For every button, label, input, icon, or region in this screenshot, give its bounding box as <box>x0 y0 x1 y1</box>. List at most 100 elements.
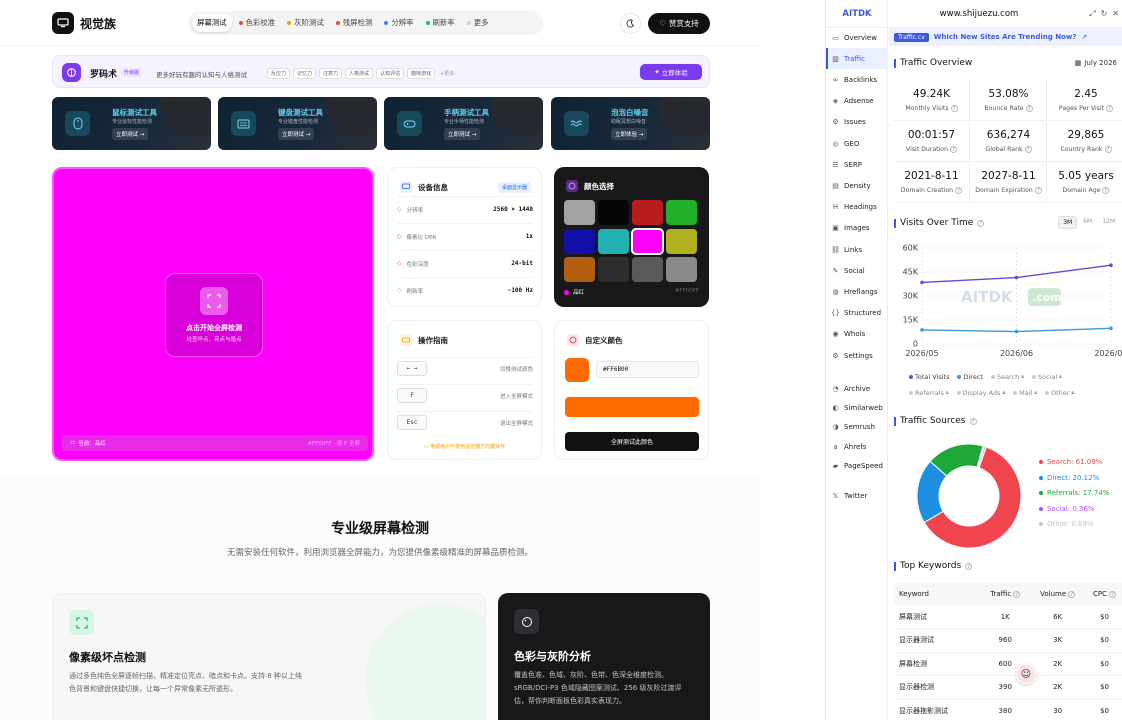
color-swatch[interactable] <box>564 228 595 254</box>
banner-tag[interactable]: 反应力 <box>267 68 291 79</box>
sidebar-item-settings[interactable]: ⚙ Settings <box>826 345 888 366</box>
help-icon[interactable]: ? <box>965 562 973 570</box>
color-swatch[interactable] <box>632 200 663 225</box>
close-icon[interactable]: ✕ <box>1112 9 1119 19</box>
sidebar-item-twitter[interactable]: 𝕏 Twitter <box>826 485 888 506</box>
support-button[interactable]: ♡ 赞赏支持 <box>648 13 710 34</box>
sidebar-item-similarweb[interactable]: ◐ Similarweb <box>826 398 888 419</box>
help-icon[interactable]: ? <box>977 219 985 227</box>
banner-tag[interactable]: 人格测试 <box>345 68 374 79</box>
custom-color-preview[interactable] <box>565 358 589 382</box>
theme-toggle-button[interactable] <box>620 13 641 34</box>
promo-banner[interactable]: 罗码术 升级版 更多好玩有趣的认知与人格测试 反应力 记忆力 注意力 人格测试 认知评估… <box>52 55 710 88</box>
fullscreen-custom-button[interactable]: 全屏测试此颜色 <box>565 432 699 451</box>
expand-icon[interactable]: ⤢ <box>1089 9 1095 19</box>
sidebar-item-images[interactable]: ▣ Images <box>826 218 888 239</box>
sidebar-item-ahrefs[interactable]: a Ahrefs <box>826 436 888 457</box>
sidebar-item-archive[interactable]: ◔ Archive <box>826 378 888 399</box>
table-row[interactable]: 显示器检测 390 2K $0 <box>894 675 1122 700</box>
banner-tag[interactable]: 注意力 <box>319 68 343 79</box>
sidebar-item-geo[interactable]: ◎ GEO <box>826 133 888 154</box>
tool-button[interactable]: 立即测试 → <box>112 128 149 140</box>
nav-item[interactable]: 分辨率 <box>379 14 418 32</box>
sidebar-item-links[interactable]: ⛓ Links <box>826 239 888 260</box>
sidebar-item-traffic[interactable]: ▥ Traffic <box>826 48 888 70</box>
legend-item[interactable]: Social 🔒︎ <box>1031 373 1062 381</box>
sidebar-item-structured[interactable]: {} Structured <box>826 303 888 324</box>
help-icon[interactable]: ? <box>1025 105 1033 112</box>
legend-item[interactable]: Referrals 🔒︎ <box>909 389 949 397</box>
nav-item[interactable]: 色彩校准 <box>234 14 281 32</box>
data-point[interactable] <box>1109 326 1113 331</box>
source-legend-item[interactable]: Referrals: 17.74% <box>1039 489 1109 497</box>
sidebar-item-hreflangs[interactable]: ◍ Hreflangs <box>826 281 888 302</box>
tool-card[interactable]: 鼠标测试工具 专业鼠标性能检测 立即测试 → <box>52 97 211 150</box>
date-picker[interactable]: ▦ July 2026 <box>1075 59 1117 67</box>
promo-link[interactable]: Traffic.cv Which New Sites Are Trending … <box>889 28 1122 46</box>
table-header[interactable]: CPC? <box>1085 583 1122 605</box>
sidebar-item-issues[interactable]: ⚙ Issues <box>826 112 888 133</box>
color-swatch[interactable] <box>564 200 595 225</box>
nav-item[interactable]: 灰阶测试 <box>282 14 329 32</box>
sidebar-item-whois[interactable]: ◉ Whois <box>826 324 888 345</box>
sidebar-item-headings[interactable]: H Headings <box>826 197 888 218</box>
help-icon[interactable]: ? <box>950 105 958 112</box>
table-header[interactable]: Volume? <box>1029 583 1086 605</box>
source-legend-item[interactable]: Other: 0.69% <box>1039 520 1094 528</box>
help-icon[interactable]: ? <box>955 187 963 194</box>
help-icon[interactable]: ? <box>1102 187 1110 194</box>
sidebar-item-semrush[interactable]: ◑ Semrush <box>826 417 888 438</box>
assistant-avatar[interactable]: ☺ <box>1016 664 1036 684</box>
logo-monitor-icon[interactable] <box>52 12 74 34</box>
legend-item[interactable]: Search 🔒︎ <box>990 373 1024 381</box>
source-legend-item[interactable]: Social: 0.36% <box>1039 505 1095 513</box>
custom-color-bar[interactable] <box>565 397 699 417</box>
table-row[interactable]: 显示器测试 960 3K $0 <box>894 628 1122 653</box>
color-swatch[interactable] <box>598 257 629 282</box>
color-swatch[interactable] <box>564 257 595 282</box>
table-row[interactable]: 显示器拖影测试 380 30 $0 <box>894 699 1122 720</box>
ext-brand[interactable]: AITDK <box>826 0 888 28</box>
source-legend-item[interactable]: Direct: 20.12% <box>1039 474 1099 482</box>
legend-item[interactable]: Total Visits <box>909 373 949 381</box>
help-icon[interactable]: ? <box>1108 591 1116 598</box>
fullscreen-start-button[interactable]: 点击开始全屏检测 检查坏点、亮点与暗点 <box>165 273 263 357</box>
sidebar-item-adsense[interactable]: ◈ Adsense <box>826 91 888 112</box>
data-point[interactable] <box>1014 329 1019 334</box>
nav-item[interactable]: 残屏检测 <box>331 14 378 32</box>
range-tab[interactable]: 3M <box>1058 216 1078 229</box>
tool-button[interactable]: 立即测试 → <box>444 128 481 140</box>
range-tab[interactable]: 6M <box>1079 216 1096 229</box>
refresh-icon[interactable]: ↻ <box>1101 9 1108 19</box>
tool-card[interactable]: 手柄测试工具 专业手柄性能检测 立即测试 → <box>384 97 543 150</box>
sidebar-item-pagespeed[interactable]: ▰ PageSpeed <box>826 455 888 476</box>
help-icon[interactable]: ? <box>1104 146 1112 153</box>
color-swatch[interactable] <box>632 257 663 282</box>
table-row[interactable]: 屏幕测试 1K 6K $0 <box>894 605 1122 629</box>
legend-item[interactable]: Mail 🔒︎ <box>1013 389 1037 397</box>
banner-cta-button[interactable]: ✦ 立即体验 <box>640 64 702 80</box>
help-icon[interactable]: ? <box>1024 146 1032 153</box>
tool-button[interactable]: 立即测试 → <box>278 128 315 140</box>
table-header[interactable]: Keyword <box>894 583 982 605</box>
range-tab[interactable]: 12M <box>1098 216 1119 229</box>
help-icon[interactable]: ? <box>1068 591 1076 598</box>
table-row[interactable]: 屏幕检测 600 2K $0 <box>894 652 1122 676</box>
legend-item[interactable]: Display Ads 🔒︎ <box>956 389 1005 397</box>
color-swatch[interactable] <box>666 228 697 254</box>
color-swatch[interactable] <box>598 200 629 225</box>
help-icon[interactable]: ? <box>1106 105 1114 112</box>
help-icon[interactable]: ? <box>1013 591 1021 598</box>
nav-item[interactable]: 更多 <box>462 14 494 32</box>
color-swatch[interactable] <box>666 257 697 282</box>
banner-tag[interactable]: 认知评估 <box>376 68 405 79</box>
color-swatch[interactable] <box>598 228 629 254</box>
source-legend-item[interactable]: Search: 61.09% <box>1039 458 1102 466</box>
help-icon[interactable]: ? <box>950 146 958 153</box>
tool-card[interactable]: 泡泡白噪音 助眠冥想白噪音 立即体验 → <box>551 97 710 150</box>
help-icon[interactable]: ? <box>969 417 977 425</box>
sidebar-item-social[interactable]: ✎ Social <box>826 260 888 281</box>
help-icon[interactable]: ? <box>1034 187 1042 194</box>
sidebar-item-density[interactable]: ▤ Density <box>826 175 888 196</box>
data-point[interactable] <box>1014 275 1019 280</box>
